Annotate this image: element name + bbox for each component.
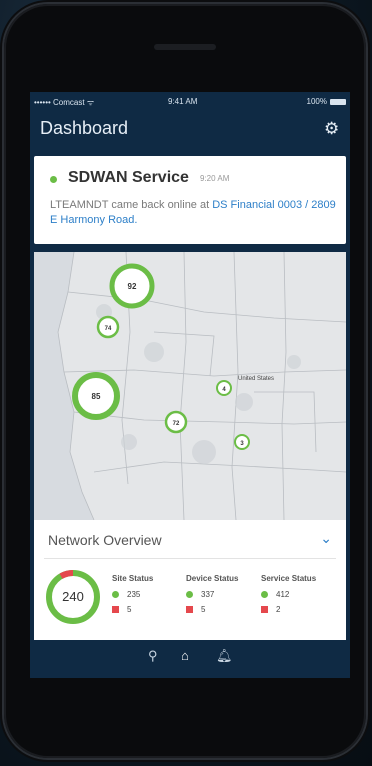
overview-title: Network Overview	[48, 532, 162, 548]
status-bar: •••••• Comcast ᯤ 9:41 AM 100%	[30, 92, 350, 112]
service-down-count: 2	[276, 604, 281, 614]
total-count: 240	[62, 589, 84, 604]
divider	[44, 558, 336, 559]
notification-message: LTEAMNDT came back online at DS Financia…	[50, 198, 340, 228]
site-marker[interactable]: 92	[109, 263, 155, 309]
device-down-count: 5	[201, 604, 206, 614]
bell-icon[interactable]: 🔔︎	[216, 648, 233, 664]
ok-dot-icon	[112, 590, 119, 598]
notification-time: 9:20 AM	[200, 174, 230, 183]
map-canvas: United States 92 74 85 4 72 3	[34, 252, 346, 520]
gear-icon[interactable]: ⚙	[324, 120, 340, 137]
service-status-dot	[50, 176, 57, 183]
site-marker[interactable]: 74	[96, 315, 120, 339]
speaker-grille	[154, 44, 216, 50]
site-marker[interactable]: 4	[216, 380, 232, 396]
device-status-header: Device Status	[186, 574, 239, 583]
service-ok-count: 412	[276, 589, 290, 599]
bottom-tab-bar: ⚲ ⌂ 🔔︎	[30, 640, 350, 678]
battery-indicator: 100%	[307, 97, 346, 106]
app-header: Dashboard ⚙	[30, 112, 350, 150]
notification-card[interactable]: SDWAN Service 9:20 AM LTEAMNDT came back…	[34, 156, 346, 244]
ok-dot-icon	[261, 590, 268, 598]
down-square-icon	[186, 605, 193, 613]
service-name: SDWAN Service	[68, 169, 189, 186]
country-label: United States	[238, 376, 274, 382]
site-marker-label: 74	[105, 326, 112, 332]
down-square-icon	[261, 605, 268, 613]
site-marker-label: 85	[92, 392, 101, 401]
location-pin-icon[interactable]: ⚲	[148, 648, 158, 664]
site-marker-label: 92	[128, 282, 137, 291]
site-marker[interactable]: 72	[164, 410, 188, 434]
carrier-label: •••••• Comcast ᯤ	[34, 98, 95, 107]
message-text: LTEAMNDT came back online at	[50, 199, 213, 211]
ok-dot-icon	[186, 590, 193, 598]
home-icon[interactable]: ⌂	[181, 648, 189, 663]
service-status-column: Service Status 412 2	[261, 574, 316, 619]
site-status-header: Site Status	[112, 574, 154, 583]
battery-percent: 100%	[306, 97, 327, 106]
down-square-icon	[112, 605, 119, 613]
battery-icon	[330, 98, 346, 105]
network-overview-panel: Network Overview ⌄ 240 Site Status 235 5…	[34, 520, 346, 640]
chevron-down-icon[interactable]: ⌄	[320, 530, 332, 547]
app-screen: •••••• Comcast ᯤ 9:41 AM 100% Dashboard …	[30, 92, 350, 678]
total-sites-donut: 240	[44, 568, 102, 626]
site-marker-label: 72	[173, 421, 180, 427]
page-title: Dashboard	[40, 118, 129, 138]
device-ok-count: 337	[201, 589, 215, 599]
device-status-column: Device Status 337 5	[186, 574, 238, 619]
service-status-header: Service Status	[261, 574, 317, 583]
site-marker[interactable]: 3	[234, 434, 250, 450]
site-status-column: Site Status 235 5	[112, 574, 153, 619]
site-ok-count: 235	[127, 589, 141, 599]
site-down-count: 5	[127, 604, 132, 614]
site-marker[interactable]: 85	[72, 372, 120, 420]
network-map[interactable]: United States 92 74 85 4 72 3	[34, 252, 346, 520]
clock: 9:41 AM	[168, 97, 198, 106]
